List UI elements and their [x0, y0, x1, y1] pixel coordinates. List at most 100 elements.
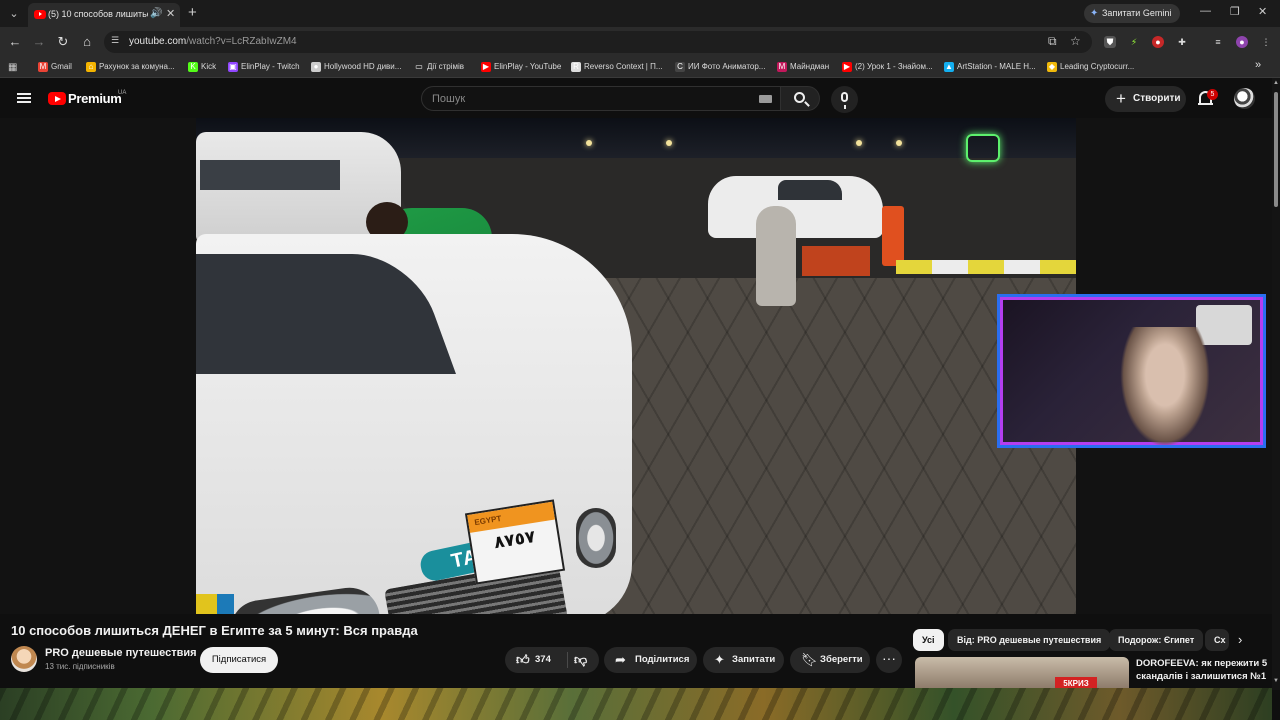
voice-search-button[interactable]	[831, 86, 858, 113]
region-code: UA	[118, 90, 127, 96]
save-button[interactable]: 🔖︎ Зберегти	[790, 647, 870, 673]
bookmark-item[interactable]: M Gmail	[38, 61, 72, 75]
video-street-light	[856, 140, 862, 146]
recommended-video-title[interactable]: DOROFEEVA: як пережити 5 скандалів і зал…	[1136, 657, 1268, 683]
bookmark-label: Рахунок за комуна...	[99, 62, 175, 71]
notification-count-badge: 5	[1207, 89, 1218, 100]
bookmark-item[interactable]: ▶ (2) Урок 1 - Знайом...	[842, 61, 933, 75]
more-actions-icon[interactable]: ···	[876, 647, 902, 673]
twitch-icon: ▣	[228, 62, 238, 72]
chip-truncated[interactable]: Сх	[1205, 629, 1229, 651]
address-bar[interactable]: ☰ youtube.com/watch?v=LcRZabIwZM4 ⧉ ☆	[104, 31, 1092, 53]
plus-icon: +	[1116, 89, 1126, 108]
like-count[interactable]: 374	[535, 647, 551, 673]
ask-gemini-button[interactable]: ✦ Запитати Gemini	[1084, 4, 1180, 23]
record-extension-icon[interactable]: ●	[1152, 36, 1164, 48]
tab-close-icon[interactable]: ✕	[166, 7, 175, 20]
channel-avatar[interactable]	[11, 646, 37, 672]
chip-all[interactable]: Усі	[913, 629, 944, 651]
new-tab-button[interactable]: +	[188, 4, 197, 21]
home-icon[interactable]: ⌂	[79, 34, 95, 49]
search-placeholder: Пошук	[432, 93, 466, 105]
bookmark-item[interactable]: ◆ Leading Cryptocurr...	[1047, 61, 1134, 75]
video-barrier	[802, 246, 870, 276]
scroll-down-icon[interactable]: ▼	[1273, 678, 1279, 684]
lightning-extension-icon[interactable]: ⚡	[1128, 36, 1140, 48]
reload-icon[interactable]: ↻	[55, 34, 71, 50]
window-minimize-button[interactable]: —	[1200, 5, 1211, 17]
bookmark-label: Reverso Context | П...	[584, 62, 663, 71]
profile-avatar-icon[interactable]: ●	[1236, 36, 1248, 48]
bookmark-label: ElinPlay - Twitch	[241, 62, 300, 71]
bookmarks-overflow-icon[interactable]: »	[1250, 59, 1266, 71]
sparkle-icon: ✦	[714, 652, 725, 667]
tab-search-chevron-icon[interactable]: ⌄	[6, 6, 22, 22]
keyboard-icon[interactable]	[759, 95, 772, 103]
like-thumb-up-icon[interactable]: 👍︎	[516, 653, 530, 667]
kick-icon: K	[188, 62, 198, 72]
browser-toolbar: ← → ↻ ⌂ ☰ youtube.com/watch?v=LcRZabIwZM…	[0, 27, 1280, 57]
youtube-logo-icon[interactable]	[48, 92, 66, 105]
video-foreground-taxi: TAXI	[196, 234, 632, 614]
site-info-icon[interactable]: ☰	[111, 35, 123, 47]
chip-travel-egypt[interactable]: Подорож: Єгипет	[1109, 629, 1204, 651]
recommended-video-thumbnail[interactable]: 5КРИЗ	[915, 657, 1129, 688]
reverso-icon: R	[571, 62, 581, 72]
install-app-icon[interactable]: ⧉	[1048, 34, 1057, 49]
bookmark-item[interactable]: C ИИ Фото Аниматор...	[675, 61, 765, 75]
bookmark-item[interactable]: ▭ Дії стрімів	[414, 61, 464, 75]
chip-scroll-right-icon[interactable]: ›	[1238, 632, 1252, 648]
bookmark-item[interactable]: ● Hollywood HD диви...	[311, 61, 401, 75]
video-street-light	[896, 140, 902, 146]
dislike-thumb-down-icon[interactable]: 👎︎	[574, 653, 587, 667]
video-windshield	[196, 254, 456, 374]
search-input[interactable]: Пошук	[421, 86, 781, 111]
bookmark-item[interactable]: R Reverso Context | П...	[571, 61, 663, 75]
search-button[interactable]	[780, 86, 820, 111]
chip-from-channel[interactable]: Від: PRO дешевые путешествия	[948, 629, 1111, 651]
bookmark-label: ElinPlay - YouTube	[494, 62, 562, 71]
video-headlight	[576, 508, 616, 568]
shield-extension-icon[interactable]: ⛊	[1104, 36, 1116, 48]
bookmark-item[interactable]: K Kick	[188, 61, 216, 75]
bookmark-star-icon[interactable]: ☆	[1070, 34, 1081, 48]
window-close-button[interactable]: ✕	[1258, 5, 1267, 18]
video-pedestrian	[756, 206, 796, 306]
youtube-brand-label[interactable]: Premium	[68, 91, 122, 106]
bookmark-item[interactable]: ▣ ElinPlay - Twitch	[228, 61, 300, 75]
browser-tab-active[interactable]: (5) 10 способов лишиться 🔊 ✕	[28, 3, 180, 27]
scrollbar-thumb[interactable]	[1274, 92, 1278, 207]
search-icon	[794, 92, 805, 103]
scroll-up-icon[interactable]: ▲	[1273, 80, 1279, 86]
bookmark-item[interactable]: ▶ ElinPlay - YouTube	[481, 61, 561, 75]
video-player[interactable]: TAXI EGYPT ٨٧٥٧	[196, 118, 1076, 614]
desktop-background-strip	[0, 688, 1272, 720]
extensions-puzzle-icon[interactable]: ✚	[1176, 36, 1188, 48]
tab-title: (5) 10 способов лишиться	[48, 9, 148, 19]
channel-name[interactable]: PRO дешевые путешествия	[45, 647, 197, 659]
guide-menu-icon[interactable]	[17, 93, 31, 103]
apps-grid-icon[interactable]: ▦	[8, 62, 19, 73]
ask-button[interactable]: ✦ Запитати	[703, 647, 784, 673]
bookmark-item[interactable]: M Майндман	[777, 61, 829, 75]
browser-menu-icon[interactable]: ⋮	[1260, 36, 1272, 48]
bookmark-item[interactable]: ▲ ArtStation - MALE H...	[944, 61, 1036, 75]
animator-icon: C	[675, 62, 685, 72]
create-button[interactable]: + Створити	[1105, 86, 1186, 112]
media-control-icon[interactable]: ≡	[1212, 36, 1224, 48]
back-arrow-icon[interactable]: ←	[7, 34, 23, 49]
gemini-label: Запитати Gemini	[1102, 8, 1172, 18]
tab-audio-icon[interactable]: 🔊	[150, 8, 162, 19]
ask-label: Запитати	[732, 654, 776, 665]
share-button[interactable]: ➦ Поділитися	[604, 647, 697, 673]
artstation-icon: ▲	[944, 62, 954, 72]
subscribe-button[interactable]: Підписатися	[200, 647, 278, 673]
forward-arrow-icon[interactable]: →	[31, 34, 47, 49]
bookmark-item[interactable]: ⌂ Рахунок за комуна...	[86, 61, 175, 75]
bookmarks-bar: ▦ M Gmail ⌂ Рахунок за комуна... K Kick ▣ ElinP…	[0, 57, 1280, 78]
like-dislike-group: 👍︎ 374 👎︎	[505, 647, 599, 673]
page-scrollbar[interactable]: ▲ ▼	[1272, 78, 1280, 690]
account-avatar[interactable]	[1234, 88, 1255, 109]
window-restore-button[interactable]: ❐	[1230, 5, 1240, 18]
bookmark-label: Дії стрімів	[427, 62, 465, 71]
